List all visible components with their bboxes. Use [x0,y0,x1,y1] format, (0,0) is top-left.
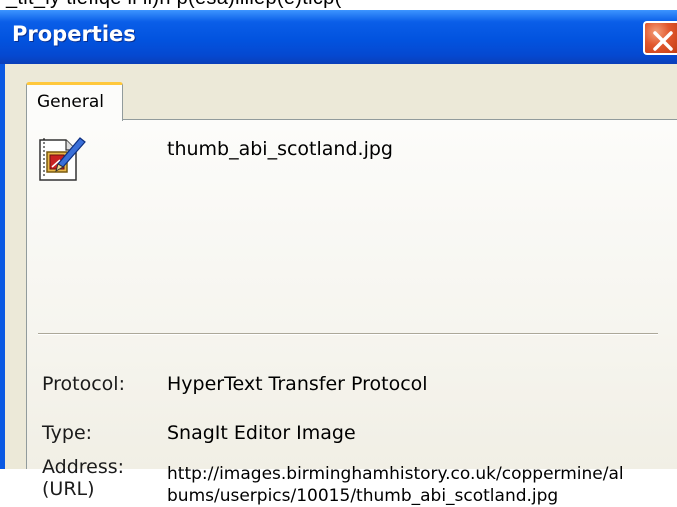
protocol-label: Protocol: [42,373,125,395]
protocol-value: HyperText Transfer Protocol [167,373,428,395]
tab-general[interactable]: General [26,82,123,121]
background-window-fragment: _tit_ly tiefiqe ii ii)h p(esa)iiiiep(e)t… [0,0,677,10]
type-label: Type: [42,422,93,444]
close-button[interactable] [643,21,677,55]
title-bar[interactable]: Properties [0,10,677,64]
image-file-icon [38,134,88,189]
properties-dialog: Properties General thumb_abi_scotland.jp… [0,10,677,506]
general-tab-panel: thumb_abi_scotland.jpg Protocol: HyperTe… [26,119,677,506]
dialog-title: Properties [12,22,136,46]
background-window-text: _tit_ly tiefiqe ii ii)h p(esa)iiiiep(e)t… [6,0,342,10]
separator [38,333,658,335]
address-value[interactable]: http://images.birminghamhistory.co.uk/co… [167,463,624,507]
address-label: Address: (URL) [42,456,125,500]
type-value: SnagIt Editor Image [167,422,356,444]
close-icon [653,31,673,51]
tab-general-label: General [37,92,104,112]
file-name: thumb_abi_scotland.jpg [167,138,393,160]
dialog-client-area: General thumb_abi_scotland.jpg Protocol:… [5,64,677,506]
